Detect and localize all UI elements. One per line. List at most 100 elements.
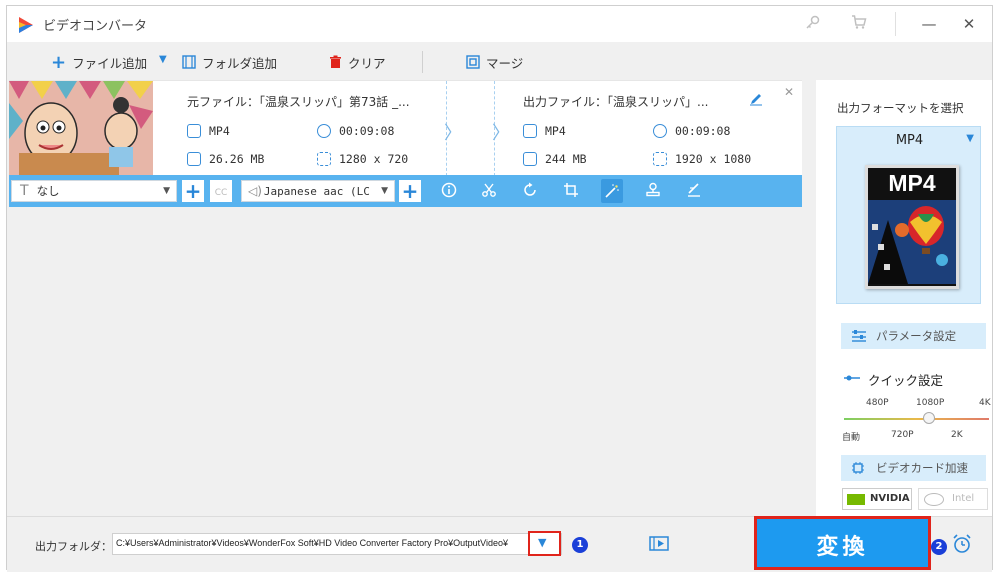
format-name: MP4 xyxy=(895,133,924,148)
param-settings-label: パラメータ設定 xyxy=(876,329,957,343)
clear-label: クリア xyxy=(348,55,386,71)
watermark-stamp-icon[interactable] xyxy=(644,182,662,200)
audio-track-select[interactable]: ◁) Japanese aac (LC ▼ xyxy=(241,180,395,202)
param-settings-button[interactable]: パラメータ設定 xyxy=(841,323,986,349)
convert-button[interactable]: 変換 xyxy=(754,516,931,570)
edit-pencil-icon[interactable] xyxy=(749,91,763,110)
output-folder-dropdown-button[interactable]: ▼ xyxy=(528,531,561,556)
output-path-field[interactable]: C:¥Users¥Administrator¥Videos¥WonderFox … xyxy=(112,533,562,555)
add-folder-button[interactable]: フォルダ追加 xyxy=(182,52,277,72)
source-size: 26.26 MB xyxy=(187,152,264,166)
mp4-format-graphic: MP4 xyxy=(865,165,959,289)
app-window: ビデオコンバータ — ✕ + ファイル追加 ▼ フォルダ追加 クリア マージ 元… xyxy=(6,5,993,572)
chip-icon xyxy=(852,462,864,474)
res-label-720p: 720P xyxy=(891,430,914,440)
res-label-2k: 2K xyxy=(951,430,963,440)
video-format-icon xyxy=(523,124,537,138)
gpu-accel-label: ビデオカード加速 xyxy=(876,461,968,475)
text-icon: T xyxy=(20,183,29,199)
crop-icon[interactable] xyxy=(562,182,580,200)
open-output-folder-icon[interactable] xyxy=(649,534,669,556)
alarm-clock-icon[interactable] xyxy=(951,533,973,559)
add-subtitle-button[interactable]: + xyxy=(182,180,204,202)
cart-icon[interactable] xyxy=(849,14,869,34)
format-badge: MP4 xyxy=(888,170,936,196)
app-logo-icon xyxy=(19,17,33,33)
trash-icon xyxy=(330,55,341,68)
rotate-icon[interactable] xyxy=(521,182,539,200)
intel-toggle[interactable]: Intel xyxy=(918,488,988,510)
source-format: MP4 xyxy=(187,124,230,138)
close-window-button[interactable]: ✕ xyxy=(955,12,983,36)
res-label-4k: 4K xyxy=(979,398,991,408)
effects-wand-icon[interactable] xyxy=(601,179,623,203)
output-resolution: 1920 x 1080 xyxy=(653,152,751,166)
resolution-icon xyxy=(653,152,667,166)
source-resolution: 1280 x 720 xyxy=(317,152,408,166)
add-file-button[interactable]: + ファイル追加 xyxy=(51,51,147,73)
title-bar: ビデオコンバータ — ✕ xyxy=(7,6,992,42)
intel-logo-icon xyxy=(924,493,944,506)
video-format-icon xyxy=(187,124,201,138)
gpu-accel-row: ビデオカード加速 xyxy=(841,455,986,481)
app-title: ビデオコンバータ xyxy=(43,19,148,34)
source-file-title: 元ファイル：「温泉スリッパ」第73話 _... xyxy=(187,95,410,109)
clear-button[interactable]: クリア xyxy=(329,52,386,72)
quick-settings-label: クイック設定 xyxy=(868,373,944,388)
source-duration: 00:09:08 xyxy=(317,124,394,138)
plus-icon: + xyxy=(51,51,67,73)
chevron-right-icon: 〉 xyxy=(444,123,462,144)
subtitle-value: なし xyxy=(36,184,60,198)
clock-icon xyxy=(653,124,667,138)
format-panel: 出力フォーマットを選択 MP4 ▼ MP4 パラメータ設定 クイック設定 480… xyxy=(816,80,992,516)
chevron-down-icon: ▼ xyxy=(538,536,547,549)
minimize-button[interactable]: — xyxy=(915,12,943,36)
remove-file-button[interactable]: ✕ xyxy=(784,85,794,99)
subtitle-select[interactable]: T なし ▼ xyxy=(11,180,177,202)
intel-label: Intel xyxy=(952,493,975,504)
source-format-value: MP4 xyxy=(209,124,230,138)
chevron-down-icon: ▼ xyxy=(381,186,388,196)
add-file-dropdown-icon[interactable]: ▼ xyxy=(159,54,167,65)
merge-button[interactable]: マージ xyxy=(466,52,523,72)
edit-sign-icon[interactable] xyxy=(685,182,703,200)
add-audio-button[interactable]: + xyxy=(399,180,421,202)
nvidia-label: NVIDIA xyxy=(870,493,910,504)
main-toolbar: + ファイル追加 ▼ フォルダ追加 クリア マージ xyxy=(7,42,992,80)
format-dropdown-icon: ▼ xyxy=(966,133,974,144)
chevron-down-icon: ▼ xyxy=(163,186,170,196)
source-duration-value: 00:09:08 xyxy=(339,124,395,138)
info-icon[interactable] xyxy=(440,182,458,200)
key-icon[interactable] xyxy=(803,14,823,34)
scissors-icon[interactable] xyxy=(480,182,498,200)
res-label-auto: 自動 xyxy=(842,433,861,443)
folder-icon xyxy=(523,152,537,166)
quick-settings-icon xyxy=(844,375,860,381)
toolbar-divider xyxy=(422,51,423,73)
clock-icon xyxy=(317,124,331,138)
quality-slider-track[interactable] xyxy=(844,418,989,420)
output-duration: 00:09:08 xyxy=(653,124,730,138)
output-size-value: 244 MB xyxy=(545,152,587,166)
chevron-right-icon: 〉 xyxy=(492,123,510,144)
output-path-value: C:¥Users¥Administrator¥Videos¥WonderFox … xyxy=(116,538,509,548)
output-resolution-value: 1920 x 1080 xyxy=(675,152,752,166)
audio-track-value: Japanese aac (LC xyxy=(263,184,370,198)
video-thumbnail[interactable] xyxy=(9,81,153,176)
quality-slider-thumb[interactable] xyxy=(923,412,935,424)
output-folder-label: 出力フォルダ： xyxy=(35,540,112,553)
step-badge-1: 1 xyxy=(572,537,588,553)
cc-icon[interactable]: CC xyxy=(210,180,232,202)
file-card: 元ファイル：「温泉スリッパ」第73話 _... MP4 00:09:08 26.… xyxy=(9,80,802,176)
source-size-value: 26.26 MB xyxy=(209,152,265,166)
merge-icon xyxy=(466,55,480,69)
resolution-icon xyxy=(317,152,331,166)
bottom-bar: 出力フォルダ： C:¥Users¥Administrator¥Videos¥Wo… xyxy=(7,516,992,572)
nvidia-logo-icon xyxy=(847,494,865,505)
edit-toolbar: T なし ▼ + CC ◁) Japanese aac (LC ▼ + xyxy=(9,175,802,207)
format-selector[interactable]: MP4 ▼ MP4 xyxy=(836,126,981,304)
speaker-icon: ◁) xyxy=(248,184,262,198)
merge-label: マージ xyxy=(486,55,524,71)
convert-label: 変換 xyxy=(816,535,869,560)
nvidia-toggle[interactable]: NVIDIA xyxy=(842,488,912,510)
